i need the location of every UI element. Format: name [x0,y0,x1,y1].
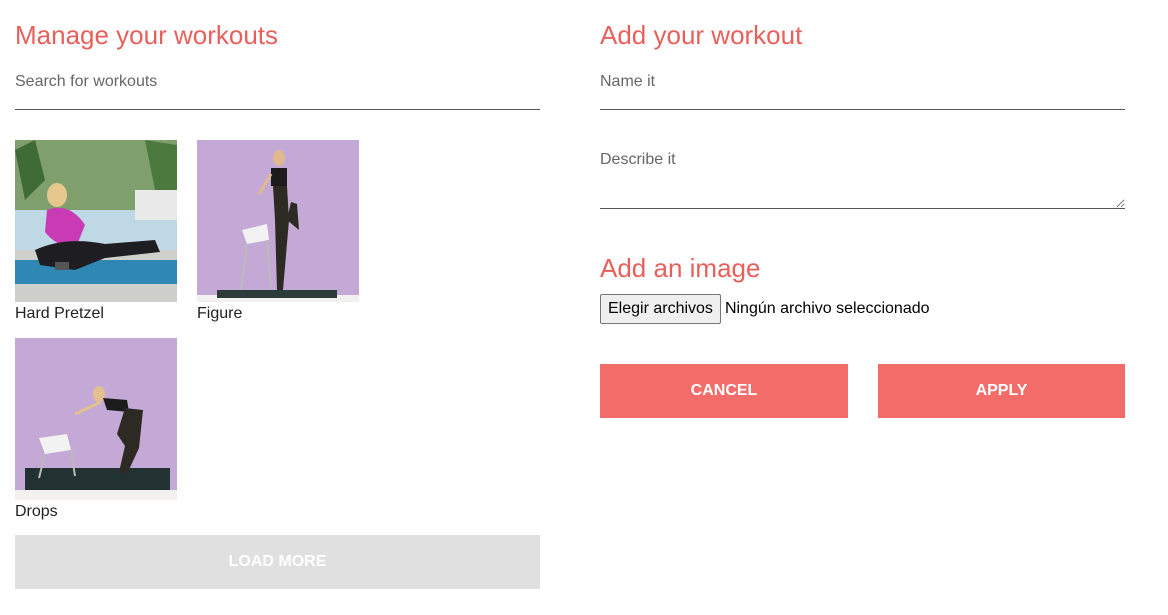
workout-name-field[interactable] [600,70,1125,110]
file-input[interactable]: Elegir archivos Ningún archivo seleccion… [600,294,930,324]
workout-label: Figure [197,305,243,322]
workout-label: Drops [15,503,58,520]
add-image-title: Add an image [600,253,761,283]
choose-file-button[interactable]: Elegir archivos [600,294,721,324]
workout-card[interactable]: Hard Pretzel [15,140,177,322]
load-more-button[interactable]: LOAD MORE [15,535,540,589]
workout-description-field[interactable] [600,150,1125,209]
apply-button[interactable]: APPLY [878,364,1125,418]
workout-image[interactable] [15,338,177,500]
workout-card[interactable]: Drops [15,338,177,520]
workout-image[interactable] [197,140,359,302]
manage-title: Manage your workouts [15,20,279,50]
cancel-button[interactable]: CANCEL [600,364,848,418]
add-workout-title: Add your workout [600,20,803,50]
workout-image[interactable] [15,140,177,302]
workout-card[interactable]: Figure [197,140,359,322]
file-status-text: Ningún archivo seleccionado [724,300,930,317]
search-input[interactable] [15,70,540,110]
workout-label: Hard Pretzel [15,305,104,322]
